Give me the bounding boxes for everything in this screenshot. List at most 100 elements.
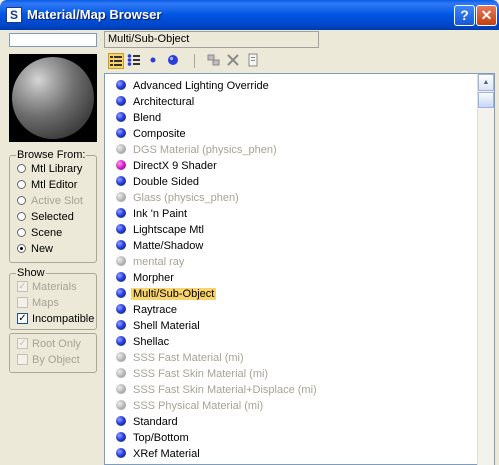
material-label: XRef Material (133, 448, 200, 460)
clear-icon[interactable] (245, 53, 261, 69)
show-option[interactable]: ✓ Materials (17, 280, 77, 296)
material-list[interactable]: Advanced Lighting Override Architectural B… (104, 73, 495, 465)
material-preview (9, 54, 97, 142)
radio-icon (17, 163, 26, 173)
material-ball-icon (116, 224, 126, 235)
material-ball-icon (116, 432, 126, 443)
material-ball-icon (116, 240, 126, 251)
radio-icon (17, 211, 26, 221)
material-label: SSS Fast Skin Material (mi) (133, 368, 269, 380)
material-label: SSS Fast Skin Material+Displace (mi) (133, 384, 317, 396)
radio-icon (17, 195, 26, 205)
material-list-item[interactable]: Matte/Shadow (116, 238, 205, 254)
material-ball-icon (116, 272, 126, 283)
material-ball-icon (116, 336, 126, 347)
show-group: Show ✓ Materials Maps ✓ Incompatible (9, 266, 97, 330)
delete-icon[interactable] (225, 53, 241, 69)
material-list-item[interactable]: Multi/Sub-Object (116, 286, 217, 302)
current-material-field[interactable]: Multi/Sub-Object (104, 31, 319, 48)
filter-option[interactable]: By Object (17, 353, 80, 369)
material-list-item[interactable]: Composite (116, 126, 188, 142)
material-label: Double Sided (133, 176, 200, 188)
title-bar[interactable]: S Material/Map Browser ? ✕ (0, 0, 499, 30)
material-ball-icon (116, 192, 126, 203)
material-list-item[interactable]: Architectural (116, 94, 196, 110)
material-ball-icon (116, 96, 126, 107)
filter-option[interactable]: ✓ Root Only (17, 337, 81, 353)
update-scene-icon[interactable] (206, 53, 222, 69)
material-list-item[interactable]: Shellac (116, 334, 171, 350)
material-label: Advanced Lighting Override (133, 80, 269, 92)
scroll-up-arrow-icon[interactable]: ▲ (478, 74, 494, 91)
browse-from-option[interactable]: Selected (17, 210, 74, 226)
material-label: Raytrace (133, 304, 178, 316)
material-ball-icon (116, 288, 126, 299)
browse-from-option[interactable]: New (17, 242, 53, 258)
preview-sphere (12, 57, 94, 139)
material-ball-icon (116, 320, 126, 331)
material-label: Architectural (133, 96, 195, 108)
large-icons-view-icon[interactable] (165, 53, 181, 69)
material-label: Glass (physics_phen) (133, 192, 239, 204)
search-input[interactable] (9, 33, 97, 47)
browse-from-label: Browse From: (16, 148, 87, 162)
list-icons-view-icon[interactable] (126, 53, 142, 69)
scroll-thumb[interactable] (478, 92, 494, 108)
browse-from-option[interactable]: Mtl Editor (17, 178, 77, 194)
browse-from-option[interactable]: Active Slot (17, 194, 83, 210)
help-button[interactable]: ? (454, 5, 475, 26)
checkbox-icon: ✓ (17, 280, 28, 292)
checkbox-icon: ✓ (17, 337, 28, 349)
material-label: Shellac (133, 336, 170, 348)
material-label: mental ray (133, 256, 185, 268)
radio-icon (17, 227, 26, 237)
material-list-item[interactable]: Shell Material (116, 318, 202, 334)
material-list-item[interactable]: DGS Material (physics_phen) (116, 142, 279, 158)
material-list-item[interactable]: Top/Bottom (116, 430, 191, 446)
checkbox-icon (17, 353, 28, 365)
small-icons-view-icon[interactable] (145, 53, 161, 69)
list-view-icon[interactable] (108, 53, 124, 69)
material-list-item[interactable]: Glass (physics_phen) (116, 190, 241, 206)
close-button[interactable]: ✕ (476, 5, 497, 26)
material-list-item[interactable]: SSS Fast Skin Material (mi) (116, 366, 270, 382)
checkbox-icon: ✓ (17, 312, 28, 324)
material-label: Top/Bottom (133, 432, 189, 444)
material-label: Shell Material (133, 320, 200, 332)
material-label: SSS Physical Material (mi) (133, 400, 264, 412)
material-list-item[interactable]: mental ray (116, 254, 186, 270)
material-ball-icon (116, 80, 126, 91)
material-ball-icon (116, 416, 126, 427)
material-ball-icon (116, 112, 126, 123)
vertical-scrollbar[interactable]: ▲ (477, 74, 494, 465)
material-ball-icon (116, 448, 126, 459)
material-list-item[interactable]: Morpher (116, 270, 176, 286)
material-ball-icon (116, 144, 126, 155)
checkbox-icon (17, 296, 28, 308)
material-list-item[interactable]: SSS Fast Material (mi) (116, 350, 246, 366)
show-option[interactable]: Maps (17, 296, 59, 312)
material-list-item[interactable]: XRef Material (116, 446, 202, 462)
material-list-item[interactable]: Lightscape Mtl (116, 222, 206, 238)
material-list-item[interactable]: DirectX 9 Shader (116, 158, 219, 174)
material-label: Morpher (133, 272, 174, 284)
material-list-item[interactable]: SSS Physical Material (mi) (116, 398, 265, 414)
browse-from-group: Browse From: Mtl Library Mtl Editor Acti… (9, 148, 97, 263)
material-list-item[interactable]: Blend (116, 110, 163, 126)
material-ball-icon (116, 304, 126, 315)
toolbar-separator (194, 54, 195, 68)
material-list-item[interactable]: Raytrace (116, 302, 179, 318)
material-ball-icon (116, 384, 126, 395)
material-label: SSS Fast Material (mi) (133, 352, 244, 364)
material-list-item[interactable]: Double Sided (116, 174, 201, 190)
material-list-item[interactable]: Ink 'n Paint (116, 206, 189, 222)
browse-from-option[interactable]: Mtl Library (17, 162, 82, 178)
material-list-item[interactable]: SSS Fast Skin Material+Displace (mi) (116, 382, 319, 398)
browse-from-option[interactable]: Scene (17, 226, 62, 242)
show-option[interactable]: ✓ Incompatible (17, 312, 94, 328)
material-ball-icon (116, 256, 126, 267)
material-list-item[interactable]: Advanced Lighting Override (116, 78, 271, 94)
material-ball-icon (116, 352, 126, 363)
material-label: Standard (133, 416, 178, 428)
material-list-item[interactable]: Standard (116, 414, 180, 430)
